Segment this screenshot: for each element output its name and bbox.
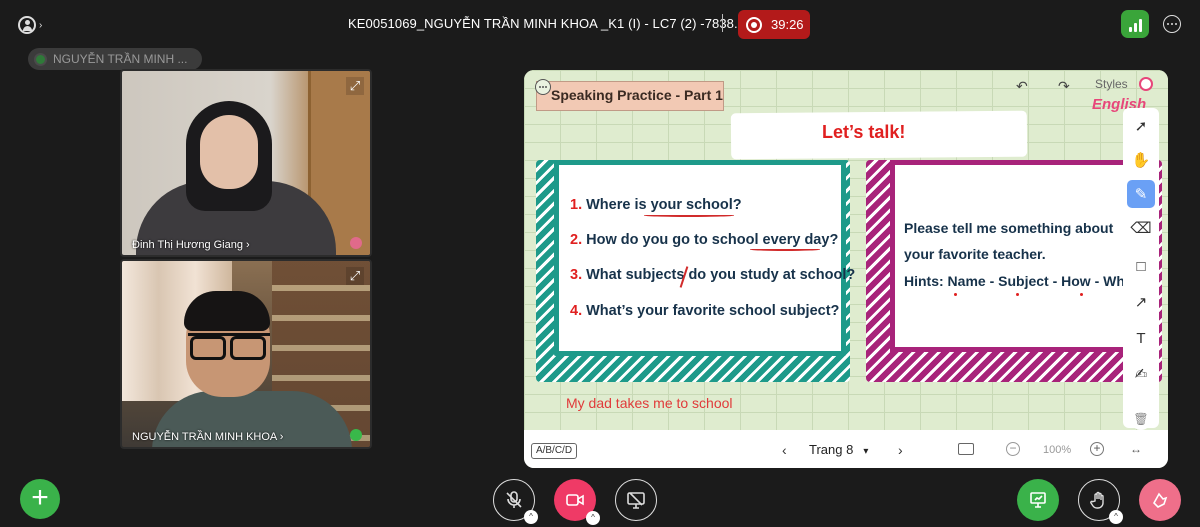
board-menu-button[interactable] — [535, 79, 551, 95]
user-menu-button[interactable]: › — [18, 14, 44, 36]
screen-share-button[interactable] — [615, 479, 657, 521]
account-icon — [18, 16, 36, 34]
prompt-line: Please tell me something about — [904, 220, 1114, 236]
part-label: Speaking Practice - Part 1 — [536, 81, 724, 111]
add-button[interactable]: + — [20, 479, 60, 519]
drawing-toolbar: ➚ ✋ ✎ ⌫ □ ↗ T ✍ — [1123, 108, 1159, 428]
mute-microphone-button[interactable]: ^ — [493, 479, 538, 524]
chevron-up-icon[interactable]: ^ — [586, 511, 600, 525]
prompt-line: your favorite teacher. — [904, 246, 1046, 262]
speaker-indicator-icon — [34, 52, 47, 66]
next-page-icon[interactable]: › — [898, 442, 903, 458]
zoom-out-icon[interactable]: − — [1006, 442, 1020, 456]
image-icon[interactable] — [958, 443, 974, 455]
pen-annotation — [954, 293, 957, 296]
whiteboard-panel[interactable]: Speaking Practice - Part 1 ↶ ↷ Styles En… — [524, 70, 1168, 468]
expand-icon[interactable]: ⤢ — [346, 267, 364, 285]
dot-icon — [1167, 23, 1169, 25]
signal-bar — [1133, 23, 1137, 32]
mic-active-icon — [350, 429, 362, 441]
speaker-name: NGUYỄN TRẦN MINH ... — [53, 52, 188, 66]
camera-button[interactable]: ^ — [554, 479, 600, 525]
divider — [722, 14, 723, 32]
raise-hand-button[interactable]: ^ — [1078, 479, 1123, 524]
pen-annotation — [1080, 293, 1083, 296]
whiteboard-button[interactable] — [1017, 479, 1059, 521]
redo-icon[interactable]: ↷ — [1058, 78, 1070, 95]
camera-icon — [566, 494, 584, 506]
participant-name-label: NGUYỄN TRẦN MINH KHOA › — [132, 431, 284, 443]
page-selector[interactable]: Trang 8 ▾ — [809, 442, 868, 457]
participant-video — [184, 291, 270, 331]
question-item: 2. How do you go to school every day? — [570, 232, 839, 248]
active-speaker-chip[interactable]: NGUYỄN TRẦN MINH ... — [28, 48, 202, 70]
participant-video — [200, 115, 258, 189]
recording-timer: 39:26 — [771, 17, 804, 32]
undo-icon[interactable]: ↶ — [1016, 78, 1028, 95]
expand-icon[interactable]: ⤢ — [346, 77, 364, 95]
handwritten-answer: My dad takes me to school — [566, 395, 733, 411]
text-icon[interactable]: T — [1127, 324, 1155, 352]
screen-share-off-icon — [627, 492, 645, 509]
rectangle-icon[interactable]: □ — [1127, 252, 1155, 280]
dot-icon — [1175, 23, 1177, 25]
participant-name-label: Đinh Thị Hương Giang › — [132, 239, 250, 251]
mic-off-icon — [506, 491, 522, 508]
chevron-up-icon[interactable]: ^ — [1109, 510, 1123, 524]
dot-icon — [545, 86, 547, 88]
hand-icon — [1090, 491, 1104, 509]
prompt-line: Hints: Name - Subject - How - Wh — [904, 273, 1125, 289]
hand-icon[interactable]: ✋ — [1127, 146, 1155, 174]
eraser-icon[interactable]: ⌫ — [1127, 214, 1155, 242]
dot-icon — [539, 86, 541, 88]
fit-width-icon[interactable]: ↔ — [1130, 442, 1142, 456]
pen-annotation — [644, 214, 734, 217]
question-item: 4. What’s your favorite school subject? — [570, 303, 840, 319]
heading-text: Let’s talk! — [822, 122, 906, 142]
presentation-icon — [1030, 492, 1046, 508]
record-icon — [746, 16, 762, 33]
meeting-title: KE0051069_NGUYỄN TRẦN MINH KHOA _K1 (I) … — [348, 16, 746, 31]
reactions-button[interactable] — [1139, 479, 1181, 521]
chevron-up-icon[interactable]: ^ — [524, 510, 538, 524]
trash-icon[interactable]: 🗑 — [1130, 408, 1152, 430]
note-icon[interactable]: ✍ — [1127, 360, 1155, 388]
zoom-in-icon[interactable]: + — [1090, 442, 1104, 456]
question-item: 3. What subjects do you study at school? — [570, 267, 856, 283]
styles-menu[interactable]: Styles — [1095, 77, 1128, 91]
video-tile-participant-1[interactable]: ⤢ Đinh Thị Hương Giang › — [120, 69, 372, 257]
question-item: 1. Where is your school? — [570, 197, 742, 213]
top-bar: › KE0051069_NGUYỄN TRẦN MINH KHOA _K1 (I… — [0, 0, 1200, 48]
arrow-icon[interactable]: ↗ — [1127, 288, 1155, 316]
zoom-level: 100% — [1043, 444, 1072, 456]
pointer-icon[interactable]: ➚ — [1127, 112, 1155, 140]
chevron-right-icon: › — [39, 19, 43, 31]
dot-icon — [542, 86, 544, 88]
connection-quality-button[interactable] — [1121, 10, 1149, 38]
questions-card — [554, 160, 846, 356]
pen-annotation — [750, 248, 820, 251]
prev-page-icon[interactable]: ‹ — [782, 442, 787, 458]
pen-icon[interactable]: ✎ — [1127, 180, 1155, 208]
recording-badge[interactable]: 39:26 — [738, 10, 810, 39]
more-options-button[interactable] — [1163, 15, 1181, 33]
video-tile-participant-2[interactable]: ⤢ NGUYỄN TRẦN MINH KHOA › — [120, 259, 372, 449]
layout-button[interactable]: A/B/C/D — [531, 443, 577, 459]
color-picker-icon[interactable] — [1139, 77, 1153, 91]
mic-muted-icon — [350, 237, 362, 249]
signal-bar — [1138, 19, 1142, 32]
pen-annotation — [1016, 293, 1019, 296]
participant-video — [188, 333, 270, 360]
dot-icon — [1171, 23, 1173, 25]
reaction-icon — [1153, 492, 1168, 508]
chevron-down-icon: ▾ — [863, 446, 869, 457]
signal-bar — [1128, 27, 1132, 32]
